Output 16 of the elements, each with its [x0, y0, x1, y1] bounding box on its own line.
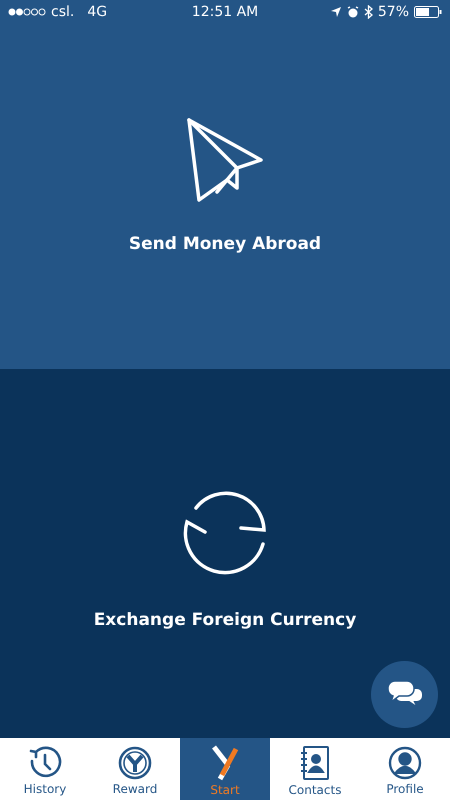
clock-time: 12:51 AM: [192, 4, 258, 20]
action-label[interactable]: Send Money Abroad: [128, 234, 322, 254]
signal-icon: [8, 8, 46, 16]
clock-icon: [28, 746, 62, 780]
profile-icon: [388, 746, 422, 780]
battery-icon: [414, 6, 442, 18]
carrier-name: csl.: [51, 4, 74, 20]
alarm-icon: [346, 6, 359, 18]
battery-percent: 57%: [378, 4, 410, 20]
y-coin-icon: [118, 746, 152, 780]
network-type: 4G: [87, 4, 108, 20]
location-arrow-icon: [330, 6, 342, 18]
bluetooth-icon: [364, 5, 373, 19]
paper-plane-icon: [185, 116, 265, 202]
action-label[interactable]: Exchange Foreign Currency: [94, 610, 356, 630]
address-book-icon: [298, 745, 332, 781]
